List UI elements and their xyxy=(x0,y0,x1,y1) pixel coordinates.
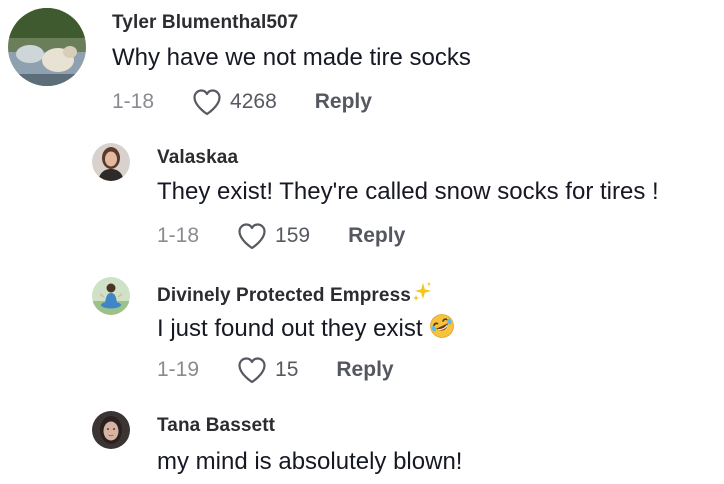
heart-icon xyxy=(193,89,221,116)
like-count: 15 xyxy=(275,358,299,381)
comment-meta: 1-18 159 Reply xyxy=(157,221,405,251)
comment-date: 1-18 xyxy=(157,224,200,247)
heart-icon xyxy=(238,357,266,384)
reply-button[interactable]: Reply xyxy=(348,224,405,248)
avatar-image xyxy=(92,143,130,181)
rolling-on-floor-laughing-icon xyxy=(430,314,455,338)
comment-meta: 1-19 15 Reply xyxy=(157,355,394,385)
sparkles-icon xyxy=(412,282,431,301)
avatar[interactable] xyxy=(92,411,130,449)
username[interactable]: Tyler Blumenthal507 xyxy=(112,12,298,34)
username[interactable]: Tana Bassett xyxy=(157,415,275,437)
heart-icon xyxy=(238,223,266,250)
like-button[interactable]: 159 xyxy=(237,222,310,250)
username-text: Divinely Protected Empress xyxy=(157,285,411,306)
like-count: 159 xyxy=(275,224,311,247)
comment-text: my mind is absolutely blown! xyxy=(157,448,463,475)
comment-date: 1-18 xyxy=(112,90,155,113)
like-button[interactable]: 4268 xyxy=(192,88,277,116)
comment-meta: 1-18 4268 Reply xyxy=(112,87,372,117)
username[interactable]: Divinely Protected Empress xyxy=(157,281,433,307)
username[interactable]: Valaskaa xyxy=(157,147,238,169)
avatar-image xyxy=(8,8,86,86)
like-count: 4268 xyxy=(230,90,277,113)
avatar[interactable] xyxy=(92,143,130,181)
reply-button[interactable]: Reply xyxy=(336,358,393,382)
like-button[interactable]: 15 xyxy=(237,356,298,384)
avatar[interactable] xyxy=(92,277,130,315)
comment-text: Why have we not made tire socks xyxy=(112,44,471,71)
comment-text: I just found out they exist xyxy=(157,313,455,343)
comment-text-content: I just found out they exist xyxy=(157,315,423,342)
avatar-image xyxy=(92,277,130,315)
comment-text: They exist! They're called snow socks fo… xyxy=(157,178,659,205)
reply-button[interactable]: Reply xyxy=(315,90,372,114)
avatar-image xyxy=(92,411,130,449)
avatar[interactable] xyxy=(8,8,86,86)
comment-date: 1-19 xyxy=(157,358,200,381)
